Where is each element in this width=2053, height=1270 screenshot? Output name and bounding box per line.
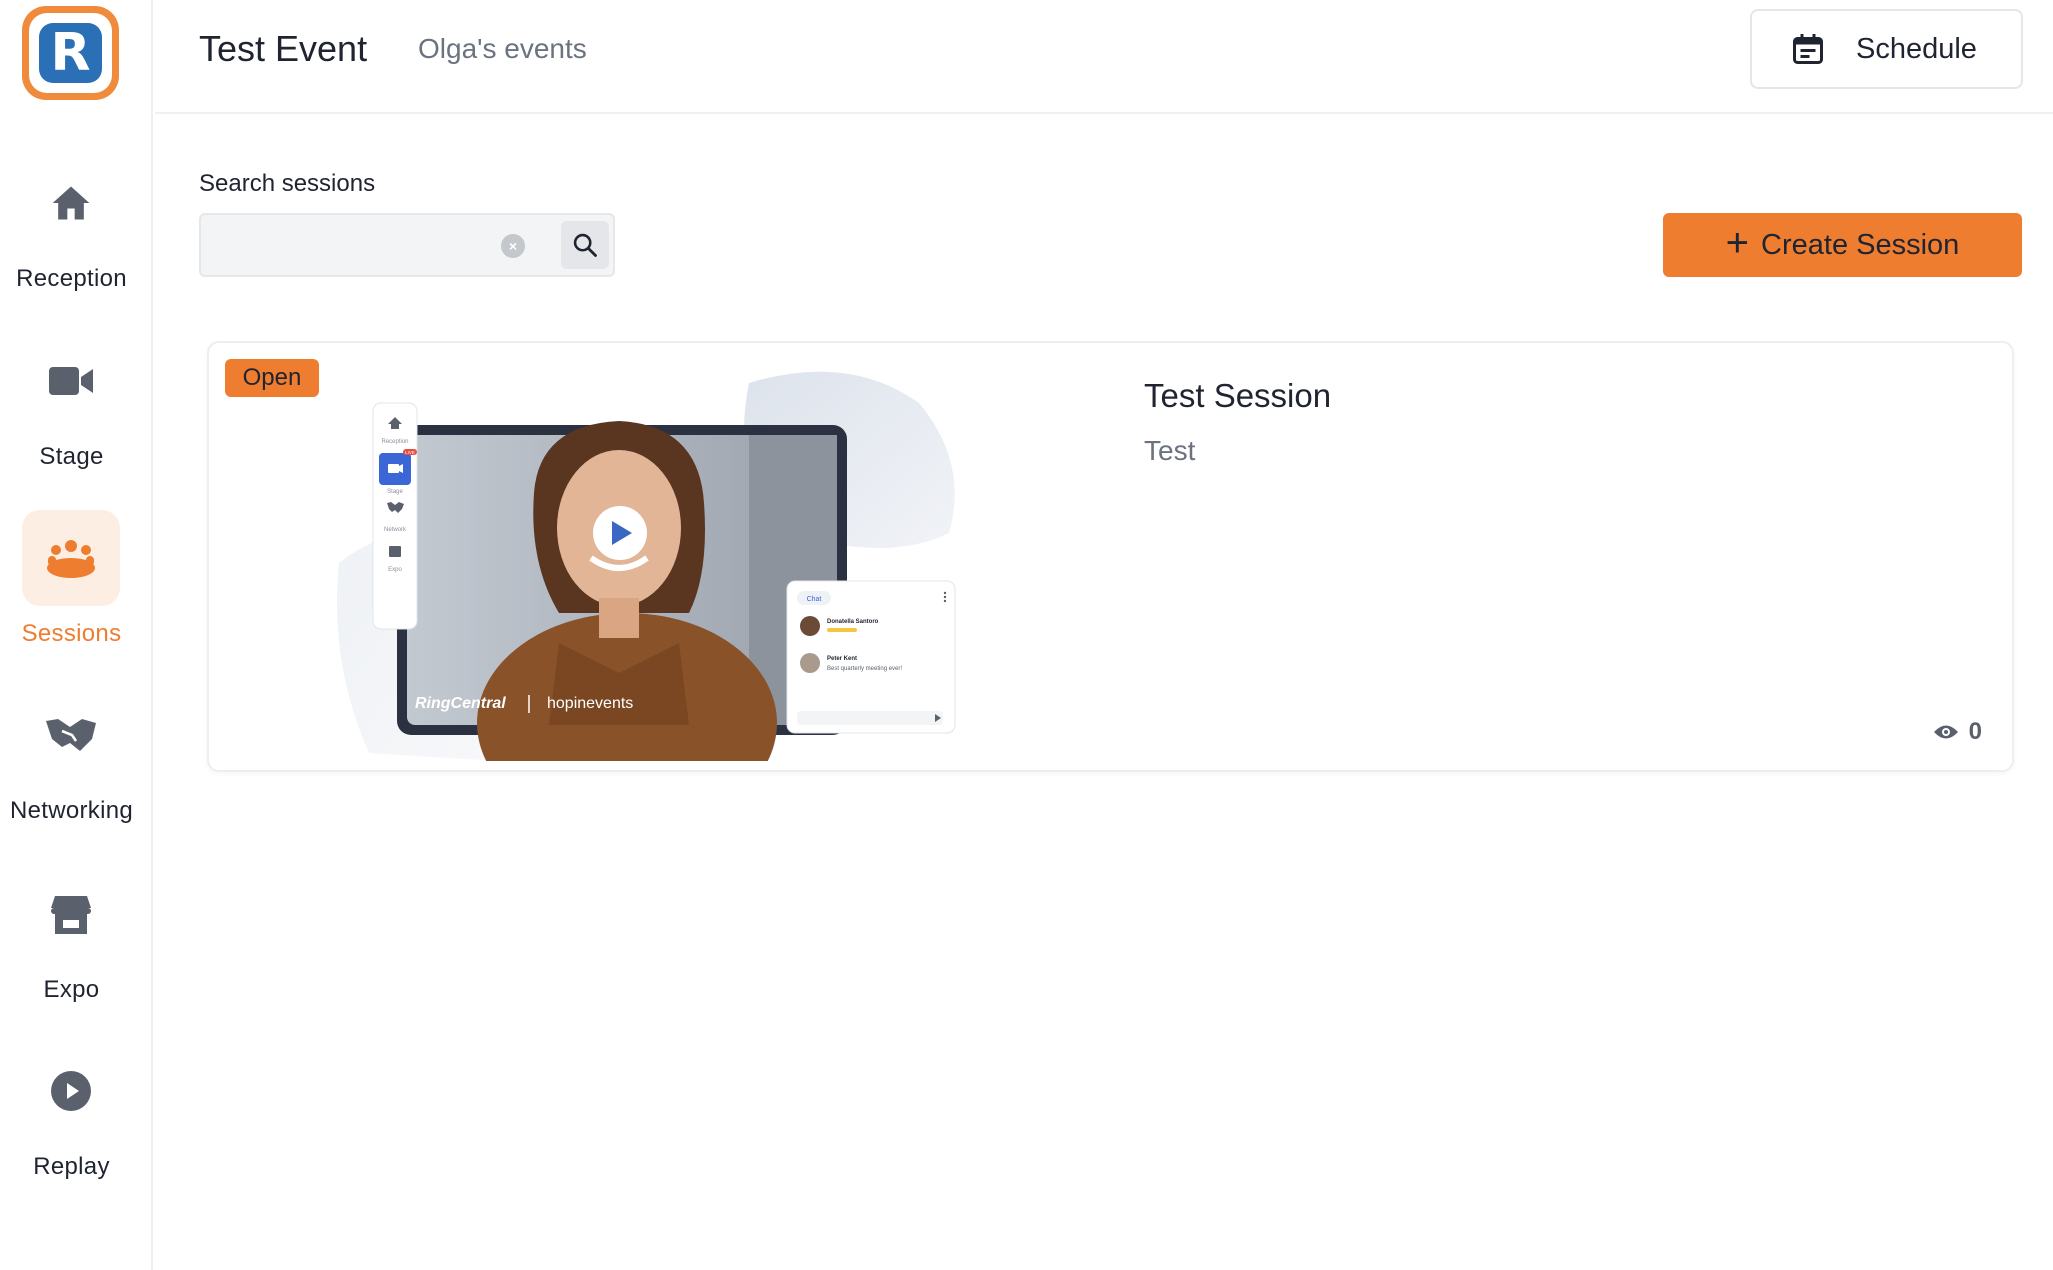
sidebar: R Reception Stage Sessions Networking Ex… — [0, 0, 153, 1270]
svg-text:Stage: Stage — [387, 489, 403, 495]
create-session-label: Create Session — [1761, 228, 1960, 261]
svg-text:Peter Kent: Peter Kent — [827, 656, 857, 662]
search-label: Search sessions — [199, 170, 376, 197]
sidebar-item-label: Sessions — [21, 620, 122, 647]
search-box: × — [199, 213, 615, 277]
organizer-link[interactable]: Olga's events — [418, 33, 587, 65]
brand-ringcentral: RingCentral — [415, 695, 506, 712]
sidebar-item-label: Expo — [43, 976, 100, 1003]
sidebar-item-label: Replay — [33, 1153, 110, 1180]
svg-text:Best quarterly meeting ever!: Best quarterly meeting ever! — [827, 666, 902, 672]
storefront-icon — [389, 546, 401, 557]
calendar-icon — [1793, 34, 1823, 64]
search-icon — [573, 233, 597, 257]
sidebar-item-replay[interactable]: Replay — [0, 1043, 143, 1203]
handshake-icon — [46, 719, 96, 751]
session-card[interactable]: Open RingCentral hopinevents Reception L… — [207, 341, 2014, 772]
sidebar-item-sessions[interactable]: Sessions — [0, 510, 143, 670]
schedule-label: Schedule — [1856, 32, 1977, 65]
brand-hopin: hopinevents — [547, 695, 633, 712]
people-group-icon — [47, 540, 95, 578]
svg-text:Expo: Expo — [388, 567, 402, 573]
session-title[interactable]: Test Session — [1144, 377, 1331, 415]
top-header: Test Event Olga's events Schedule — [155, 0, 2053, 114]
app-logo[interactable]: R — [22, 6, 119, 100]
sidebar-item-stage[interactable]: Stage — [0, 333, 143, 493]
video-camera-icon — [388, 464, 399, 473]
sidebar-item-expo[interactable]: Expo — [0, 866, 143, 1026]
create-session-button[interactable]: + Create Session — [1663, 213, 2022, 277]
logo-letter: R — [50, 23, 91, 83]
chat-avatar — [800, 616, 820, 636]
close-icon: × — [508, 238, 518, 254]
status-badge: Open — [225, 359, 319, 397]
schedule-button[interactable]: Schedule — [1750, 9, 2023, 89]
chat-avatar — [800, 653, 820, 673]
home-icon — [52, 186, 90, 220]
svg-text:Reception: Reception — [381, 439, 408, 445]
session-description: Test — [1144, 435, 1196, 466]
svg-text:Network: Network — [384, 527, 407, 533]
sidebar-item-label: Networking — [9, 797, 134, 824]
clear-search-button[interactable]: × — [501, 234, 525, 258]
eye-icon — [1933, 725, 1958, 739]
views-count: 0 — [1933, 718, 1982, 746]
play-circle-icon — [51, 1071, 91, 1111]
sidebar-item-reception[interactable]: Reception — [0, 155, 143, 315]
sidebar-item-label: Stage — [39, 443, 104, 470]
session-thumbnail: RingCentral hopinevents Reception LIVE S… — [337, 371, 956, 761]
video-camera-icon — [49, 367, 93, 395]
storefront-icon — [51, 896, 91, 934]
sidebar-item-label: Reception — [16, 265, 127, 292]
chat-input — [797, 711, 943, 725]
svg-text:Donatella Santoro: Donatella Santoro — [827, 619, 879, 625]
search-input[interactable] — [201, 215, 501, 275]
svg-text:Chat: Chat — [807, 596, 822, 603]
search-button[interactable] — [561, 221, 609, 269]
event-title: Test Event — [199, 28, 368, 69]
views-value: 0 — [1968, 718, 1982, 745]
sidebar-item-networking[interactable]: Networking — [0, 687, 143, 847]
mini-sidebar — [372, 402, 418, 630]
live-tag: LIVE — [405, 450, 415, 455]
plus-icon: + — [1725, 221, 1750, 265]
